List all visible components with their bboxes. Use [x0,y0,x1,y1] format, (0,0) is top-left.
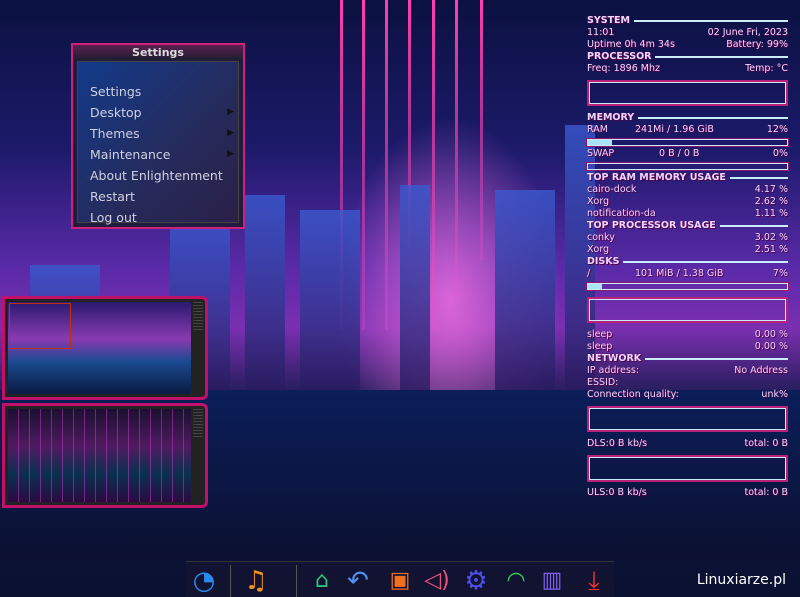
music-icon[interactable]: ♫ [240,565,272,597]
section-header-processor: PROCESSOR [587,51,788,63]
uptime: Uptime 0h 4m 34s [587,39,675,50]
volume-icon[interactable]: ◁) [421,565,453,597]
active-desktop-indicator [9,303,71,349]
ram-bar [587,139,788,146]
conky-text: 3.02 % [754,232,788,243]
dock: ◔ ♫ ⌂ ↶ ▣ ◁) ⚙ ◠ ▥ ⤓ [186,561,614,597]
download-icon[interactable]: ⤓ [578,565,610,597]
conky-text: 2.51 % [754,244,788,255]
submenu-arrow-icon: ▶ [227,149,234,159]
quality-label: Connection quality: [587,389,679,400]
conky-text: SWAP 0 B / 0 B 0% [587,148,788,160]
process-row: Xorg 2.51 % [587,244,788,256]
undo-icon[interactable]: ↶ [342,565,374,597]
swap-percent: 0% [772,148,788,159]
settings-gear-icon[interactable]: ⚙ [460,565,492,597]
essid-label: ESSID: [587,377,619,388]
submenu-arrow-icon: ▶ [227,128,234,138]
conky-text: DLS:0 B kb/s total: 0 B [587,438,788,450]
conky-text: ULS:0 B kb/s total: 0 B [587,487,788,499]
menu-title: Settings [73,45,243,60]
pager-desk-2[interactable] [2,403,208,508]
conky-text: 0.00 % [754,329,788,340]
quality-value: unk% [761,389,788,400]
process-row: conky 3.02 % [587,232,788,244]
settings-menu: Settings Settings Desktop ▶ Themes ▶ Maint… [71,43,245,229]
disk-io-graph [587,297,788,323]
disk-mount: / [587,268,591,279]
io-row: sleep 0.00 % [587,329,788,341]
section-header-network: NETWORK [587,353,788,365]
conky-text: Connection quality: unk% [587,389,788,401]
wifi-icon[interactable]: ◠ [500,565,532,597]
process-row: notification-da 1.11 % [587,208,788,220]
disk-percent: 7% [772,268,788,279]
conky-text: sleep [587,341,613,352]
home-folder-icon[interactable]: ⌂ [306,565,338,597]
download-speed: DLS:0 B kb/s [587,438,648,449]
watermark: Linuxiarze.pl [696,572,786,588]
battery: Battery: 99% [726,39,788,50]
process-row: Xorg 2.62 % [587,196,788,208]
conky-text: sleep [587,329,613,340]
conky-text: 4.17 % [754,184,788,195]
conky-text: Uptime 0h 4m 34s Battery: 99% [587,39,788,51]
pager-desk-1[interactable] [2,296,208,400]
menu-item-logout[interactable]: Log out [90,207,240,228]
conky-text: RAM 241Mi / 1.96 GiB 12% [587,124,788,136]
conky-text: 0.00 % [754,341,788,352]
download-graph [587,406,788,432]
cpu-graph [587,80,788,106]
pager-grip[interactable] [193,409,203,439]
disk-bar [587,283,788,290]
section-header-memory: MEMORY [587,112,788,124]
ram-label: RAM [587,124,608,135]
conky-text: Xorg [587,196,610,207]
camera-folder-icon[interactable]: ▣ [384,565,416,597]
menu-item-settings[interactable]: Settings [90,81,240,102]
conky-text: 1.11 % [754,208,788,219]
menu-item-themes[interactable]: Themes ▶ [90,123,240,144]
menu-item-about[interactable]: About Enlightenment [90,165,240,186]
cpu-freq: Freq: 1896 Mhz [587,63,660,74]
upload-graph [587,455,788,482]
submenu-arrow-icon: ▶ [227,107,234,117]
ram-value: 241Mi / 1.96 GiB [635,124,714,135]
ip-value: No Address [734,365,788,376]
menu-item-maintenance[interactable]: Maintenance ▶ [90,144,240,165]
trash-icon[interactable]: ▥ [536,565,568,597]
conky-text: ESSID: [587,377,788,389]
menu-item-restart[interactable]: Restart [90,186,240,207]
cpu-temp: Temp: °C [745,63,788,74]
conky-text: Xorg [587,244,610,255]
disk-value: 101 MiB / 1.38 GiB [635,268,724,279]
conky-text: cairo-dock [587,184,637,195]
swap-bar [587,163,788,170]
conky-text: / 101 MiB / 1.38 GiB 7% [587,268,788,280]
date: 02 June Fri, 2023 [707,27,788,38]
enlightenment-icon[interactable]: ◔ [188,565,220,597]
swap-value: 0 B / 0 B [659,148,700,159]
ram-percent: 12% [766,124,788,135]
swap-label: SWAP [587,148,615,159]
ip-label: IP address: [587,365,640,376]
section-header-disks: DISKS [587,256,788,268]
section-header-system: SYSTEM [587,15,788,27]
conky-text: Freq: 1896 Mhz Temp: °C [587,63,788,75]
conky-text: 2.62 % [754,196,788,207]
conky-text: 11:01 02 June Fri, 2023 [587,27,788,39]
download-total: total: 0 B [744,438,788,449]
conky-text: notification-da [587,208,656,219]
io-row: sleep 0.00 % [587,341,788,353]
process-row: cairo-dock 4.17 % [587,184,788,196]
menu-item-desktop[interactable]: Desktop ▶ [90,102,240,123]
conky-text: IP address: No Address [587,365,788,377]
conky-text: conky [587,232,615,243]
upload-total: total: 0 B [744,487,788,498]
pager-grip[interactable] [193,302,203,332]
time: 11:01 [587,27,615,38]
upload-speed: ULS:0 B kb/s [587,487,647,498]
section-header-top-cpu: TOP PROCESSOR USAGE [587,220,788,232]
section-header-top-ram: TOP RAM MEMORY USAGE [587,172,788,184]
